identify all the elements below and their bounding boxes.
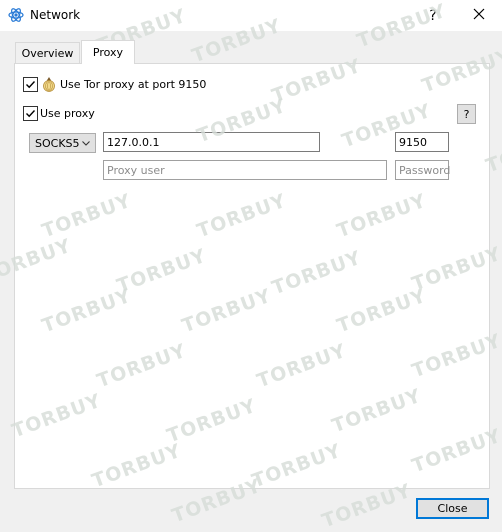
proxy-type-value: SOCKS5 [35,137,80,150]
window-title: Network [30,8,81,22]
tab-label: Overview [21,46,74,60]
close-button-label: Close [437,502,468,515]
tab-overview[interactable]: Overview [15,42,80,63]
title-bar: Network ? [0,0,502,31]
help-icon: ? [429,7,437,24]
checkmark-icon [26,81,36,89]
proxy-tab-panel [14,63,490,489]
use-proxy-checkbox[interactable] [23,106,38,121]
tab-proxy[interactable]: Proxy [81,40,135,64]
network-icon [8,7,24,23]
proxy-port-input[interactable]: 9150 [395,132,449,152]
checkmark-icon [26,110,36,118]
tor-proxy-checkbox[interactable] [23,77,38,92]
close-button[interactable]: Close [416,498,489,519]
use-proxy-label: Use proxy [40,107,95,120]
proxy-help-button[interactable]: ? [457,104,476,124]
title-help-button[interactable]: ? [418,0,448,31]
proxy-host-input[interactable]: 127.0.0.1 [103,132,320,152]
title-close-button[interactable] [456,0,502,31]
tor-onion-icon [42,76,56,92]
chevron-down-icon [81,138,91,151]
proxy-user-input[interactable]: Proxy user [103,160,387,180]
close-icon [473,8,485,23]
tor-proxy-label: Use Tor proxy at port 9150 [60,78,207,91]
tab-label: Proxy [92,46,124,59]
proxy-type-select[interactable]: SOCKS5 [29,133,96,153]
proxy-password-input[interactable]: Password [395,160,450,180]
question-icon: ? [463,107,470,121]
network-dialog: Network ? Overview Proxy Use Tor proxy a… [0,0,502,532]
